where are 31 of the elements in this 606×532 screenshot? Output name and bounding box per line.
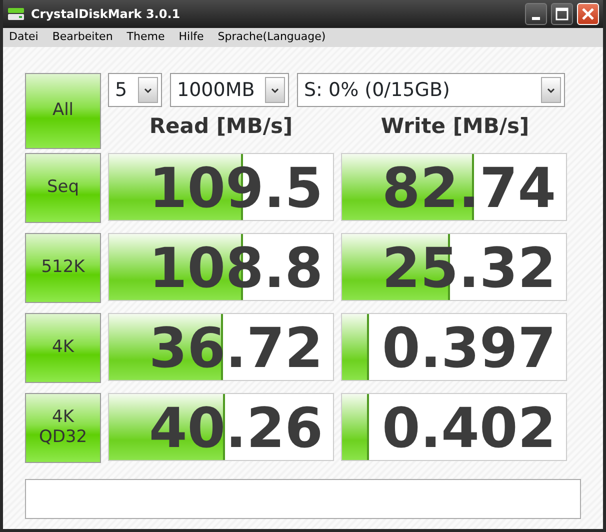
caret-icon <box>547 88 555 92</box>
column-header: Read [MB/s] <box>148 113 294 140</box>
test-button[interactable]: Seq <box>25 153 101 223</box>
app-icon <box>7 6 25 22</box>
maximize-icon <box>555 7 569 21</box>
close-icon <box>582 8 594 20</box>
menu-item[interactable]: Sprache(Language) <box>218 29 326 46</box>
window-title: CrystalDiskMark 3.0.1 <box>31 6 180 23</box>
test-button[interactable]: 4K <box>25 313 101 383</box>
size-dropdown[interactable]: 1000MB <box>170 73 289 107</box>
result-value: 108.8 <box>148 235 324 300</box>
caret-icon <box>271 88 279 92</box>
drive-dropdown[interactable]: S: 0% (0/15GB) <box>297 73 565 107</box>
close-button[interactable] <box>577 3 599 25</box>
maximize-button[interactable] <box>551 3 573 25</box>
count-dropdown[interactable]: 5 <box>108 73 162 107</box>
menu-item[interactable]: Theme <box>126 29 165 46</box>
caret-icon <box>144 88 152 92</box>
result-value: 0.402 <box>381 395 557 460</box>
menu-item[interactable]: Hilfe <box>178 29 204 46</box>
minimize-icon <box>532 16 540 20</box>
all-button[interactable]: All <box>25 73 101 149</box>
menu-item[interactable]: Datei <box>9 29 38 46</box>
result-value: 0.397 <box>381 315 557 380</box>
test-button[interactable]: 512K <box>25 233 101 303</box>
result-value: 82.74 <box>381 155 557 220</box>
menu-item[interactable]: Bearbeiten <box>52 29 113 46</box>
test-button[interactable]: 4K QD32 <box>25 393 101 463</box>
column-header: Write [MB/s] <box>380 113 530 140</box>
minimize-button[interactable] <box>525 3 547 25</box>
result-value: 109.5 <box>148 155 324 220</box>
